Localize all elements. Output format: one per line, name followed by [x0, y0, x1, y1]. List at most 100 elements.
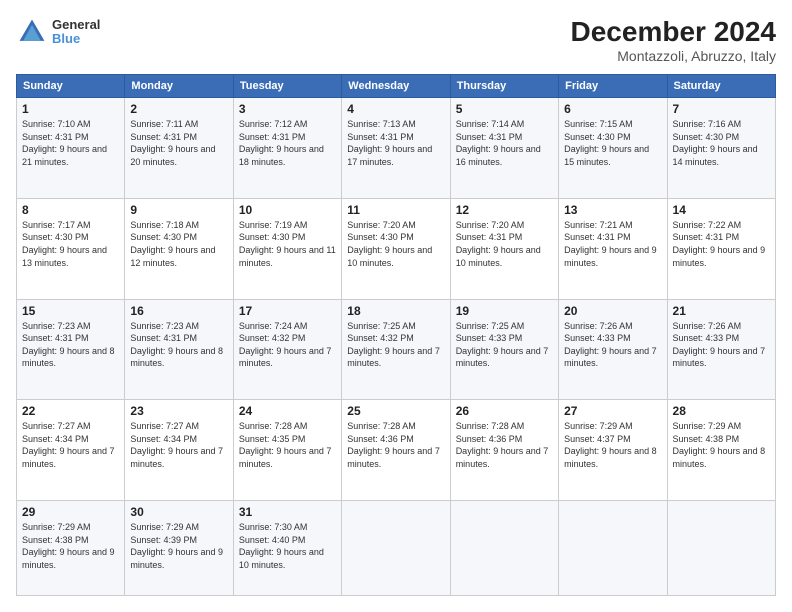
day-info: Sunrise: 7:10 AMSunset: 4:31 PMDaylight:…: [22, 119, 107, 167]
logo-text: General Blue: [52, 18, 100, 47]
table-row: [450, 501, 558, 596]
header: General Blue December 2024 Montazzoli, A…: [16, 16, 776, 64]
logo: General Blue: [16, 16, 100, 48]
table-row: 13 Sunrise: 7:21 AMSunset: 4:31 PMDaylig…: [559, 198, 667, 299]
day-info: Sunrise: 7:30 AMSunset: 4:40 PMDaylight:…: [239, 522, 324, 570]
table-row: [559, 501, 667, 596]
day-info: Sunrise: 7:28 AMSunset: 4:36 PMDaylight:…: [456, 421, 549, 469]
day-info: Sunrise: 7:16 AMSunset: 4:30 PMDaylight:…: [673, 119, 758, 167]
day-info: Sunrise: 7:20 AMSunset: 4:30 PMDaylight:…: [347, 220, 432, 268]
day-number: 26: [456, 404, 553, 418]
table-row: 21 Sunrise: 7:26 AMSunset: 4:33 PMDaylig…: [667, 299, 775, 400]
day-number: 7: [673, 102, 770, 116]
table-row: 28 Sunrise: 7:29 AMSunset: 4:38 PMDaylig…: [667, 400, 775, 501]
table-row: 22 Sunrise: 7:27 AMSunset: 4:34 PMDaylig…: [17, 400, 125, 501]
table-row: 20 Sunrise: 7:26 AMSunset: 4:33 PMDaylig…: [559, 299, 667, 400]
day-info: Sunrise: 7:27 AMSunset: 4:34 PMDaylight:…: [130, 421, 223, 469]
table-row: 8 Sunrise: 7:17 AMSunset: 4:30 PMDayligh…: [17, 198, 125, 299]
table-row: 7 Sunrise: 7:16 AMSunset: 4:30 PMDayligh…: [667, 98, 775, 199]
calendar-table: Sunday Monday Tuesday Wednesday Thursday…: [16, 74, 776, 596]
day-info: Sunrise: 7:18 AMSunset: 4:30 PMDaylight:…: [130, 220, 215, 268]
table-row: 17 Sunrise: 7:24 AMSunset: 4:32 PMDaylig…: [233, 299, 341, 400]
day-info: Sunrise: 7:24 AMSunset: 4:32 PMDaylight:…: [239, 321, 332, 369]
day-number: 17: [239, 304, 336, 318]
day-number: 9: [130, 203, 227, 217]
day-number: 8: [22, 203, 119, 217]
header-sunday: Sunday: [17, 75, 125, 98]
day-number: 10: [239, 203, 336, 217]
logo-line2: Blue: [52, 32, 100, 46]
table-row: 15 Sunrise: 7:23 AMSunset: 4:31 PMDaylig…: [17, 299, 125, 400]
header-wednesday: Wednesday: [342, 75, 450, 98]
day-info: Sunrise: 7:26 AMSunset: 4:33 PMDaylight:…: [673, 321, 766, 369]
day-info: Sunrise: 7:29 AMSunset: 4:38 PMDaylight:…: [22, 522, 115, 570]
day-info: Sunrise: 7:26 AMSunset: 4:33 PMDaylight:…: [564, 321, 657, 369]
table-row: 6 Sunrise: 7:15 AMSunset: 4:30 PMDayligh…: [559, 98, 667, 199]
table-row: 3 Sunrise: 7:12 AMSunset: 4:31 PMDayligh…: [233, 98, 341, 199]
day-number: 18: [347, 304, 444, 318]
table-row: 31 Sunrise: 7:30 AMSunset: 4:40 PMDaylig…: [233, 501, 341, 596]
day-number: 11: [347, 203, 444, 217]
table-row: 2 Sunrise: 7:11 AMSunset: 4:31 PMDayligh…: [125, 98, 233, 199]
calendar-header-row: Sunday Monday Tuesday Wednesday Thursday…: [17, 75, 776, 98]
table-row: 19 Sunrise: 7:25 AMSunset: 4:33 PMDaylig…: [450, 299, 558, 400]
logo-icon: [16, 16, 48, 48]
day-number: 19: [456, 304, 553, 318]
header-friday: Friday: [559, 75, 667, 98]
day-number: 6: [564, 102, 661, 116]
day-number: 29: [22, 505, 119, 519]
day-info: Sunrise: 7:23 AMSunset: 4:31 PMDaylight:…: [22, 321, 115, 369]
day-info: Sunrise: 7:11 AMSunset: 4:31 PMDaylight:…: [130, 119, 215, 167]
logo-line1: General: [52, 18, 100, 32]
day-number: 25: [347, 404, 444, 418]
table-row: 18 Sunrise: 7:25 AMSunset: 4:32 PMDaylig…: [342, 299, 450, 400]
day-number: 30: [130, 505, 227, 519]
day-number: 15: [22, 304, 119, 318]
day-info: Sunrise: 7:19 AMSunset: 4:30 PMDaylight:…: [239, 220, 336, 268]
day-info: Sunrise: 7:13 AMSunset: 4:31 PMDaylight:…: [347, 119, 432, 167]
table-row: 26 Sunrise: 7:28 AMSunset: 4:36 PMDaylig…: [450, 400, 558, 501]
day-info: Sunrise: 7:17 AMSunset: 4:30 PMDaylight:…: [22, 220, 107, 268]
day-number: 14: [673, 203, 770, 217]
table-row: 27 Sunrise: 7:29 AMSunset: 4:37 PMDaylig…: [559, 400, 667, 501]
table-row: [667, 501, 775, 596]
day-number: 2: [130, 102, 227, 116]
header-monday: Monday: [125, 75, 233, 98]
day-number: 28: [673, 404, 770, 418]
day-number: 12: [456, 203, 553, 217]
day-info: Sunrise: 7:29 AMSunset: 4:39 PMDaylight:…: [130, 522, 223, 570]
main-title: December 2024: [571, 16, 776, 48]
day-info: Sunrise: 7:20 AMSunset: 4:31 PMDaylight:…: [456, 220, 541, 268]
table-row: 30 Sunrise: 7:29 AMSunset: 4:39 PMDaylig…: [125, 501, 233, 596]
day-number: 4: [347, 102, 444, 116]
table-row: 1 Sunrise: 7:10 AMSunset: 4:31 PMDayligh…: [17, 98, 125, 199]
table-row: 4 Sunrise: 7:13 AMSunset: 4:31 PMDayligh…: [342, 98, 450, 199]
table-row: 29 Sunrise: 7:29 AMSunset: 4:38 PMDaylig…: [17, 501, 125, 596]
table-row: 11 Sunrise: 7:20 AMSunset: 4:30 PMDaylig…: [342, 198, 450, 299]
day-number: 16: [130, 304, 227, 318]
day-number: 13: [564, 203, 661, 217]
table-row: 24 Sunrise: 7:28 AMSunset: 4:35 PMDaylig…: [233, 400, 341, 501]
day-info: Sunrise: 7:25 AMSunset: 4:33 PMDaylight:…: [456, 321, 549, 369]
day-info: Sunrise: 7:28 AMSunset: 4:36 PMDaylight:…: [347, 421, 440, 469]
header-thursday: Thursday: [450, 75, 558, 98]
day-info: Sunrise: 7:25 AMSunset: 4:32 PMDaylight:…: [347, 321, 440, 369]
table-row: 9 Sunrise: 7:18 AMSunset: 4:30 PMDayligh…: [125, 198, 233, 299]
day-info: Sunrise: 7:14 AMSunset: 4:31 PMDaylight:…: [456, 119, 541, 167]
day-info: Sunrise: 7:29 AMSunset: 4:38 PMDaylight:…: [673, 421, 766, 469]
day-number: 1: [22, 102, 119, 116]
day-number: 3: [239, 102, 336, 116]
day-number: 27: [564, 404, 661, 418]
title-block: December 2024 Montazzoli, Abruzzo, Italy: [571, 16, 776, 64]
table-row: 25 Sunrise: 7:28 AMSunset: 4:36 PMDaylig…: [342, 400, 450, 501]
day-number: 22: [22, 404, 119, 418]
table-row: 23 Sunrise: 7:27 AMSunset: 4:34 PMDaylig…: [125, 400, 233, 501]
day-number: 20: [564, 304, 661, 318]
header-tuesday: Tuesday: [233, 75, 341, 98]
table-row: 14 Sunrise: 7:22 AMSunset: 4:31 PMDaylig…: [667, 198, 775, 299]
day-info: Sunrise: 7:22 AMSunset: 4:31 PMDaylight:…: [673, 220, 766, 268]
header-saturday: Saturday: [667, 75, 775, 98]
day-info: Sunrise: 7:27 AMSunset: 4:34 PMDaylight:…: [22, 421, 115, 469]
day-number: 31: [239, 505, 336, 519]
table-row: 12 Sunrise: 7:20 AMSunset: 4:31 PMDaylig…: [450, 198, 558, 299]
